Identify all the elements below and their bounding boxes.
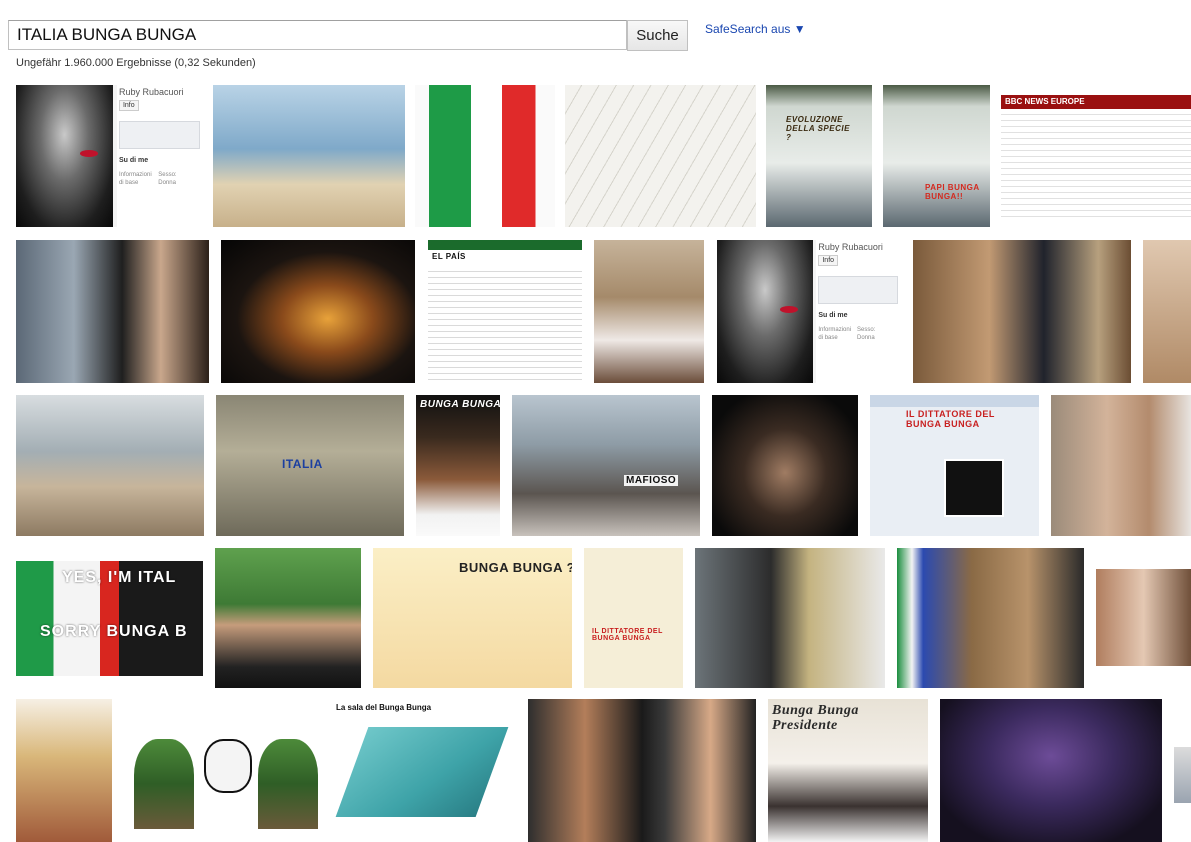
image-result[interactable]: La sala del Bunga Bunga — [332, 699, 516, 842]
image-result[interactable]: BBC NEWS EUROPE — [1001, 95, 1191, 219]
profile-tab: Info — [818, 255, 839, 266]
result-stats: Ungefähr 1.960.000 Ergebnisse (0,32 Seku… — [16, 57, 256, 69]
profile-sex: Sesso: Donna — [856, 327, 876, 341]
thumbnail-caption: YES, I'M ITAL — [62, 569, 177, 586]
image-result[interactable]: Ruby Rubacuori Info Su di me Informazion… — [717, 240, 901, 383]
image-result[interactable] — [1174, 747, 1191, 803]
image-result[interactable]: ITALIA — [216, 395, 404, 536]
profile-name: Ruby Rubacuori — [118, 87, 184, 97]
image-result[interactable]: Bunga Bunga Presidente — [768, 699, 928, 842]
profile-section: Su di me — [818, 312, 848, 319]
thumbnail-caption: Bunga Bunga Presidente — [772, 703, 859, 733]
image-result[interactable] — [1096, 569, 1191, 666]
thumbnail-caption: ITALIA — [282, 457, 323, 471]
thumbnail-caption: MAFIOSO — [624, 475, 679, 486]
image-result[interactable] — [124, 699, 320, 842]
image-result[interactable] — [213, 85, 405, 227]
thumbnail-caption: IL DITTATORE DEL BUNGA BUNGA — [906, 409, 995, 429]
search-input[interactable] — [8, 20, 627, 50]
image-result[interactable] — [940, 699, 1162, 842]
image-result[interactable] — [215, 548, 361, 688]
image-result[interactable]: EVOLUZIONE DELLA SPECIE ? — [766, 85, 872, 227]
thumbnail-caption: EVOLUZIONE DELLA SPECIE ? — [786, 115, 850, 142]
image-result[interactable]: Ruby Rubacuori Info Su di me Informazion… — [16, 85, 203, 227]
image-result[interactable] — [1051, 395, 1191, 536]
image-result[interactable] — [897, 548, 1084, 688]
thumbnail-caption: EL PAÍS — [432, 252, 466, 261]
profile-tab: Info — [118, 100, 139, 111]
image-result[interactable] — [695, 548, 885, 688]
image-result[interactable] — [913, 240, 1131, 383]
image-result[interactable]: EL PAÍS — [428, 240, 582, 383]
image-result[interactable]: BUNGA BUNGA — [416, 395, 500, 536]
image-result[interactable]: YES, I'M ITAL SORRY BUNGA B — [16, 561, 203, 676]
image-result[interactable] — [16, 699, 112, 842]
image-result[interactable] — [415, 85, 555, 227]
thumbnail-caption: La sala del Bunga Bunga — [336, 703, 432, 712]
thumbnail-caption: PAPI BUNGA BUNGA!! — [925, 183, 980, 201]
image-result[interactable] — [16, 240, 209, 383]
image-result[interactable] — [221, 240, 415, 383]
image-result[interactable]: IL DITTATORE DEL BUNGA BUNGA — [584, 548, 683, 688]
thumbnail-caption: BUNGA BUNGA — [420, 399, 500, 410]
safesearch-toggle[interactable]: SafeSearch aus ▼ — [705, 22, 806, 36]
image-result[interactable] — [16, 395, 204, 536]
image-result[interactable]: IL DITTATORE DEL BUNGA BUNGA — [870, 395, 1039, 536]
image-result[interactable] — [565, 85, 756, 227]
image-result[interactable] — [712, 395, 858, 536]
profile-name: Ruby Rubacuori — [818, 242, 883, 252]
profile-info-label: Informazioni di base — [118, 172, 152, 186]
thumbnail-caption: BBC NEWS EUROPE — [1005, 97, 1085, 106]
image-result[interactable] — [528, 699, 756, 842]
thumbnail-caption: BUNGA BUNGA ? — [459, 560, 572, 575]
profile-info-label: Informazioni di base — [818, 327, 852, 341]
image-result[interactable] — [594, 240, 704, 383]
profile-section: Su di me — [118, 157, 149, 164]
profile-sex: Sesso: Donna — [158, 172, 177, 186]
thumbnail-caption: IL DITTATORE DEL BUNGA BUNGA — [592, 628, 663, 642]
image-result[interactable]: MAFIOSO — [512, 395, 700, 536]
search-button[interactable]: Suche — [627, 20, 688, 51]
thumbnail-caption: SORRY BUNGA B — [40, 623, 188, 640]
image-result[interactable]: BUNGA BUNGA ? — [373, 548, 572, 688]
image-result[interactable] — [1143, 240, 1191, 383]
image-result[interactable]: PAPI BUNGA BUNGA!! — [883, 85, 990, 227]
